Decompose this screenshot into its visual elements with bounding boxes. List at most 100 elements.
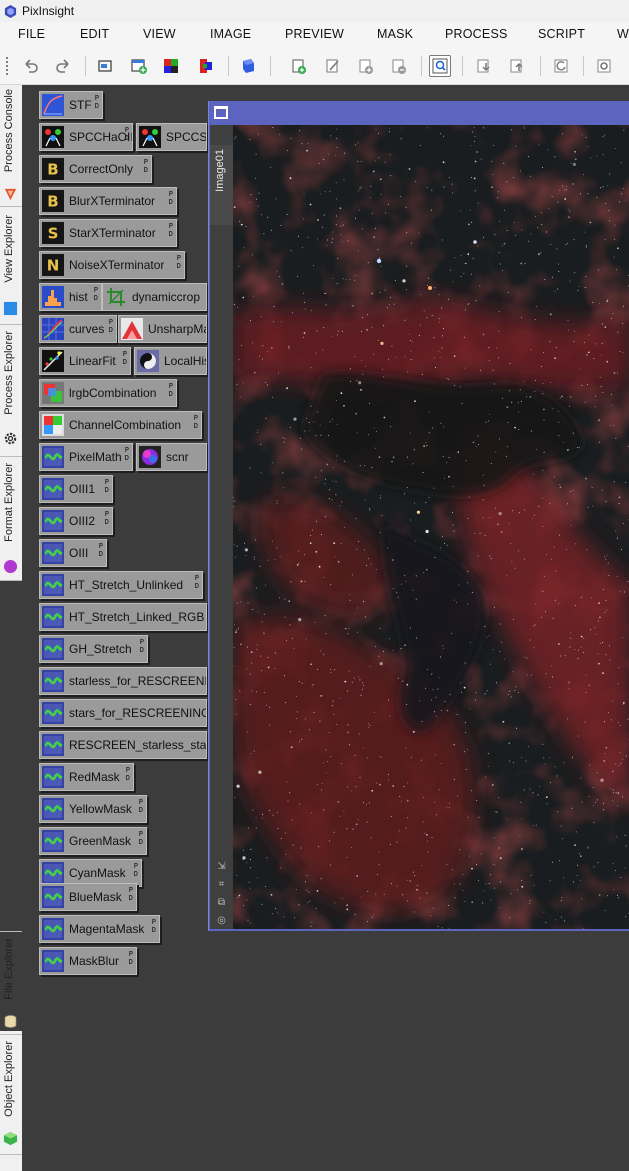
undo-icon[interactable]	[20, 55, 42, 77]
menu-edit[interactable]: EDIT	[80, 27, 109, 41]
process-icon-lrgbcombination[interactable]: lrgbCombination P D	[39, 379, 177, 407]
menu-process[interactable]: PROCESS	[445, 27, 508, 41]
process-icon-dynamiccrop[interactable]: dynamiccrop	[102, 283, 207, 311]
toolbar-grip[interactable]	[5, 56, 9, 76]
process-icon-label: CorrectOnly	[69, 162, 134, 176]
new-window-icon[interactable]	[95, 55, 117, 77]
process-icon-rescreen-starless-star[interactable]: RESCREEN_starless_star	[39, 731, 207, 759]
process-icon-unsharpma[interactable]: UnsharpMa	[118, 315, 207, 343]
localhist-icon	[137, 350, 159, 372]
menu-window[interactable]: W	[617, 27, 629, 41]
image-window-titlebar[interactable]	[209, 101, 629, 125]
process-icon-blurxterminator[interactable]: B BlurXTerminator P D	[39, 187, 177, 215]
process-icon-flag: PD	[104, 478, 109, 494]
process-icon-pixelmath[interactable]: PixelMath P D	[39, 443, 133, 471]
svg-text:B: B	[47, 193, 58, 211]
channel-icon[interactable]	[160, 55, 182, 77]
menu-file[interactable]: FILE	[18, 27, 45, 41]
image-window[interactable]: Image01 ⇲ ⌗ ⧉ ◎	[208, 101, 629, 931]
process-icon-spccsi[interactable]: SPCCSI	[136, 123, 207, 151]
pixelmath-icon	[42, 886, 64, 908]
fit-icon[interactable]: ⇲	[216, 861, 227, 872]
process-icon-hist[interactable]: hist P D	[39, 283, 102, 311]
center-icon[interactable]: ⌗	[216, 879, 227, 890]
process-icon-label: PixelMath	[69, 450, 122, 464]
process-icon-scnr[interactable]: scnr	[136, 443, 207, 471]
menu-bar: FILE EDIT VIEW IMAGE PREVIEW MASK PROCES…	[0, 22, 629, 47]
process-icon-label: MaskBlur	[69, 954, 120, 968]
process-icon-linearfit[interactable]: LinearFit P D	[39, 347, 131, 375]
pixelmath-icon	[42, 446, 64, 468]
menu-mask[interactable]: MASK	[377, 27, 413, 41]
menu-view[interactable]: VIEW	[143, 27, 176, 41]
edit-preview-icon[interactable]	[322, 55, 344, 77]
process-icon-oiii2[interactable]: OIII2 P D	[39, 507, 113, 535]
process-icon-greenmask[interactable]: GreenMask P D	[39, 827, 147, 855]
process-icon-bluemask[interactable]: BlueMask P D	[39, 883, 137, 911]
process-icon-yellowmask[interactable]: YellowMask P D	[39, 795, 147, 823]
zoom-readout-icon[interactable]	[429, 55, 451, 77]
clone-icon[interactable]: ⧉	[216, 897, 227, 908]
process-icon-label: ChannelCombination	[69, 418, 182, 432]
process-icon-noisexterminator[interactable]: N NoiseXTerminator P D	[39, 251, 185, 279]
toolbar	[0, 47, 629, 85]
process-icon-oiii1[interactable]: OIII1 P D	[39, 475, 113, 503]
process-icon-maskblur[interactable]: MaskBlur P D	[39, 947, 137, 975]
process-icon-channelcombination[interactable]: ChannelCombination P D	[39, 411, 202, 439]
process-icon-label: dynamiccrop	[132, 290, 201, 304]
explorer-sidebar: Process Console View Explorer Process Ex…	[0, 85, 22, 1171]
process-icon-starless-for-rescreeni[interactable]: starless_for_RESCREENI	[39, 667, 207, 695]
split-icon[interactable]	[195, 55, 217, 77]
process-icon-gh-stretch[interactable]: GH_Stretch P D	[39, 635, 148, 663]
tab-label: Process Console	[3, 89, 15, 173]
reset-icon[interactable]	[550, 55, 572, 77]
menu-image[interactable]: IMAGE	[210, 27, 251, 41]
process-icon-label: BlurXTerminator	[69, 194, 156, 208]
linearfit-icon	[42, 350, 64, 372]
process-icon-stars-for-rescreening[interactable]: stars_for_RESCREENING	[39, 699, 207, 727]
restore-icon[interactable]	[214, 106, 228, 119]
process-icon-label: OIII2	[69, 514, 96, 528]
import-icon[interactable]	[473, 55, 495, 77]
process-icon-label: NoiseXTerminator	[69, 258, 165, 272]
process-icon-label: OIII	[69, 546, 89, 560]
histogram-icon	[42, 286, 64, 308]
settings-icon[interactable]	[593, 55, 615, 77]
lrgb-icon	[42, 382, 64, 404]
process-icon-label: HT_Stretch_Linked_RGB	[69, 610, 205, 624]
add-preview-icon[interactable]	[355, 55, 377, 77]
menu-script[interactable]: SCRIPT	[538, 27, 585, 41]
process-icon-starxterminator[interactable]: S StarXTerminator P D	[39, 219, 177, 247]
process-icon-ht-stretch-unlinked[interactable]: HT_Stretch_Unlinked P D	[39, 571, 203, 599]
tab-format-explorer[interactable]: Format Explorer	[0, 457, 22, 581]
process-icon-label: CyanMask	[69, 866, 126, 880]
tab-process-console[interactable]: Process Console	[0, 85, 22, 207]
process-icon-spcchaoii[interactable]: SPCCHaOII P D	[39, 123, 133, 151]
tab-process-explorer[interactable]: Process Explorer	[0, 325, 22, 457]
redo-icon[interactable]	[52, 55, 74, 77]
new-image-icon[interactable]	[128, 55, 150, 77]
cube-icon[interactable]	[237, 55, 259, 77]
process-icon-correctonly[interactable]: B CorrectOnly P D	[39, 155, 152, 183]
process-icon-flag: PD	[139, 638, 144, 654]
target-icon[interactable]: ◎	[216, 915, 227, 926]
export-icon[interactable]	[506, 55, 528, 77]
menu-preview[interactable]: PREVIEW	[285, 27, 344, 41]
new-preview-icon[interactable]	[288, 55, 310, 77]
process-icon-localhis[interactable]: LocalHis	[134, 347, 207, 375]
process-icon-ht-stretch-linked-rgb[interactable]: HT_Stretch_Linked_RGB	[39, 603, 207, 631]
tab-object-explorer[interactable]: Object Explorer	[0, 1035, 22, 1155]
tab-view-explorer[interactable]: View Explorer	[0, 207, 22, 325]
process-icon-label: hist	[69, 290, 88, 304]
process-icon-magentamask[interactable]: MagentaMask P D	[39, 915, 160, 943]
process-icon-flag: PD	[93, 286, 98, 302]
process-icon-oiii[interactable]: OIII P D	[39, 539, 107, 567]
process-icon-redmask[interactable]: RedMask P D	[39, 763, 134, 791]
add-preview-alt-icon[interactable]	[388, 55, 410, 77]
astro-image[interactable]	[233, 125, 629, 930]
view-id-tab[interactable]: Image01	[210, 145, 233, 225]
pixelmath-icon	[42, 950, 64, 972]
tab-file-explorer[interactable]: File Explorer	[0, 931, 22, 1035]
process-icon-stf[interactable]: STF P D	[39, 91, 103, 119]
process-icon-curves[interactable]: curves P D	[39, 315, 117, 343]
